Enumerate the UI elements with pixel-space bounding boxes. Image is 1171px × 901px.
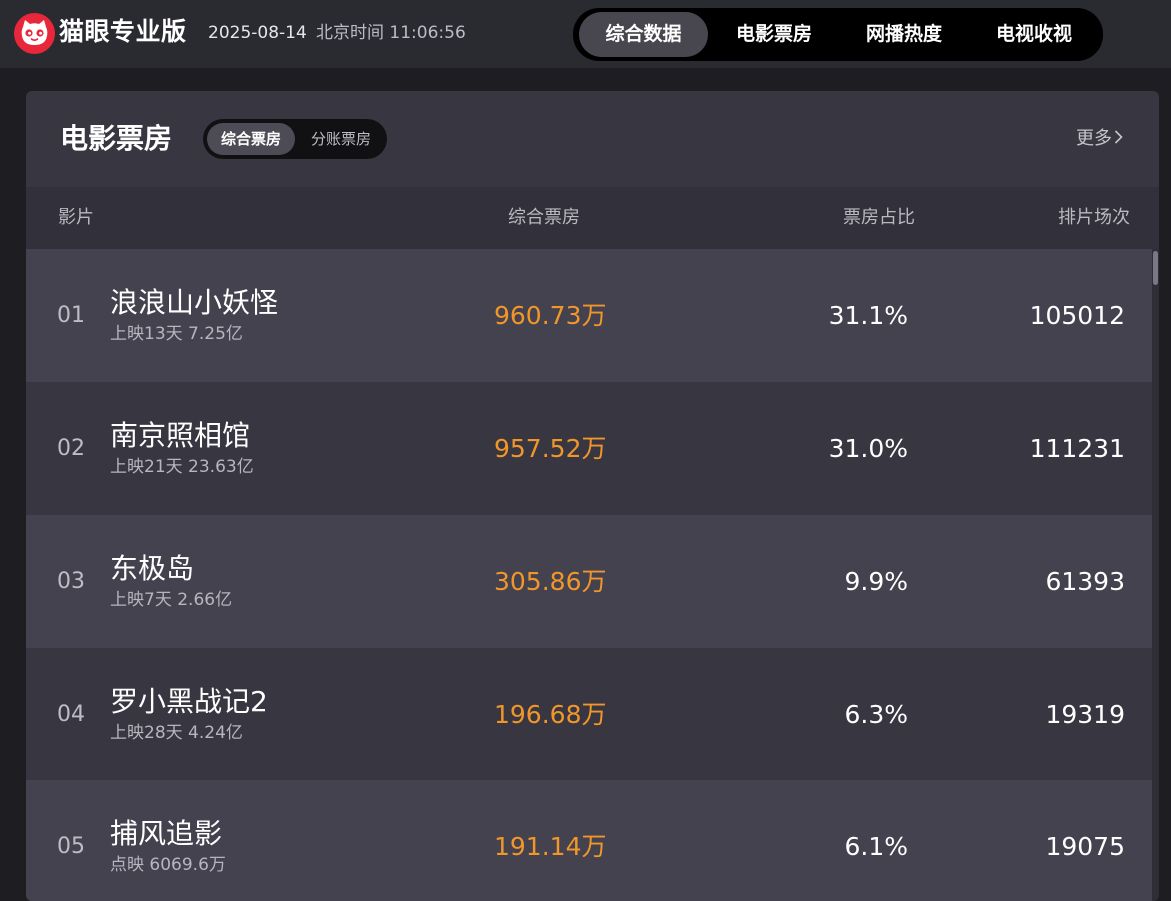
more-link[interactable]: 更多: [1076, 127, 1123, 151]
column-header-shows: 排片场次: [1058, 207, 1130, 228]
movie-title: 东极岛: [110, 552, 195, 585]
panel-title: 电影票房: [60, 122, 173, 155]
segment-combined-box-office[interactable]: 综合票房: [207, 123, 295, 155]
column-header-share: 票房占比: [843, 207, 915, 228]
table-row[interactable]: 01 浪浪山小妖怪 上映13天 7.25亿 960.73万 31.1% 1050…: [26, 249, 1152, 382]
movie-release-info: 上映13天 7.25亿: [110, 324, 243, 344]
maoyan-cat-logo-icon[interactable]: [14, 13, 55, 54]
column-header-movie: 影片: [58, 207, 94, 228]
app-logo-text: 猫眼专业版: [59, 17, 187, 46]
table-row[interactable]: 02 南京照相馆 上映21天 23.63亿 957.52万 31.0% 1112…: [26, 382, 1152, 515]
box-office-share: 9.9%: [844, 567, 908, 596]
beijing-time-clock: 北京时间 11:06:56: [316, 23, 466, 43]
screening-count: 19075: [1045, 832, 1125, 861]
table-header: 影片 综合票房 票房占比 排片场次: [26, 187, 1159, 249]
main-nav-tabs: 综合数据 电影票房 网播热度 电视收视: [573, 8, 1103, 61]
box-office-value: 305.86万: [494, 567, 607, 596]
current-date: 2025-08-14: [208, 23, 307, 43]
movie-release-info: 上映28天 4.24亿: [110, 723, 243, 743]
box-office-type-toggle: 综合票房 分账票房: [203, 119, 387, 159]
row-rank: 02: [57, 436, 85, 461]
movie-box-office-panel: 电影票房 综合票房 分账票房 更多 影片 综合票房 票房占比 排片场次 01 浪…: [26, 91, 1159, 901]
movie-release-info: 点映 6069.6万: [110, 855, 226, 875]
tab-web-streaming-heat[interactable]: 网播热度: [841, 12, 967, 57]
movie-title: 南京照相馆: [110, 419, 251, 452]
movie-release-info: 上映21天 23.63亿: [110, 457, 254, 477]
box-office-value: 960.73万: [494, 301, 607, 330]
scrollbar-thumb[interactable]: [1153, 251, 1158, 285]
box-office-share: 6.1%: [844, 832, 908, 861]
chevron-right-icon: [1114, 130, 1123, 144]
screening-count: 19319: [1045, 700, 1125, 729]
table-row[interactable]: 04 罗小黑战记2 上映28天 4.24亿 196.68万 6.3% 19319: [26, 648, 1152, 781]
box-office-value: 957.52万: [494, 434, 607, 463]
table-row[interactable]: 05 捕风追影 点映 6069.6万 191.14万 6.1% 19075: [26, 780, 1152, 901]
row-rank: 01: [57, 303, 85, 328]
movie-title: 捕风追影: [110, 817, 223, 850]
box-office-share: 31.0%: [828, 434, 908, 463]
table-scrollbar[interactable]: [1152, 249, 1159, 901]
box-office-share: 31.1%: [828, 301, 908, 330]
screening-count: 111231: [1029, 434, 1125, 463]
screening-count: 61393: [1045, 567, 1125, 596]
box-office-share: 6.3%: [844, 700, 908, 729]
screening-count: 105012: [1029, 301, 1125, 330]
tab-comprehensive-data[interactable]: 综合数据: [579, 12, 708, 57]
movie-release-info: 上映7天 2.66亿: [110, 590, 233, 610]
tab-tv-ratings[interactable]: 电视收视: [971, 12, 1097, 57]
movie-title: 浪浪山小妖怪: [110, 286, 279, 319]
box-office-value: 191.14万: [494, 832, 607, 861]
table-row[interactable]: 03 东极岛 上映7天 2.66亿 305.86万 9.9% 61393: [26, 515, 1152, 648]
row-rank: 04: [57, 702, 85, 727]
more-label: 更多: [1076, 128, 1112, 149]
top-bar: 猫眼专业版 2025-08-14 北京时间 11:06:56 综合数据 电影票房…: [0, 0, 1171, 68]
movie-title: 罗小黑战记2: [110, 685, 268, 718]
tab-movie-box-office[interactable]: 电影票房: [711, 12, 837, 57]
segment-split-box-office[interactable]: 分账票房: [299, 123, 383, 155]
row-rank: 03: [57, 569, 85, 594]
box-office-value: 196.68万: [494, 700, 607, 729]
row-rank: 05: [57, 834, 85, 859]
column-header-box-office: 综合票房: [508, 207, 580, 228]
